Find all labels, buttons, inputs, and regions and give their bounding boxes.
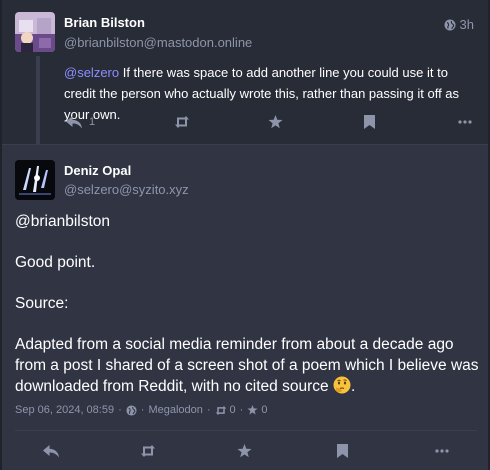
status-paragraph: Good point.	[15, 254, 96, 271]
reply-button[interactable]	[43, 441, 60, 461]
thread-connector-line	[36, 56, 40, 146]
status-date[interactable]: Sep 06, 2024, 08:59	[15, 404, 114, 416]
favourite-button[interactable]	[268, 112, 283, 132]
status-timestamp[interactable]: 3h	[444, 17, 474, 32]
bookmark-button[interactable]	[337, 441, 348, 461]
more-options-button[interactable]	[458, 112, 472, 132]
thinking-face-emoji-icon	[333, 376, 351, 394]
boost-icon	[141, 445, 155, 457]
status-paragraph-end: .	[350, 378, 356, 395]
star-icon	[237, 444, 252, 458]
reply-icon	[66, 115, 82, 128]
status-meta: Sep 06, 2024, 08:59 · · Megalodon · 0 · …	[15, 402, 267, 418]
boost-button[interactable]	[140, 441, 156, 461]
globe-icon	[126, 404, 137, 416]
relative-time: 3h	[459, 17, 474, 32]
boost-button[interactable]	[174, 112, 190, 132]
status-content: @brianbilston Good point. Source: Adapte…	[15, 211, 481, 417]
globe-icon	[444, 19, 456, 30]
display-name[interactable]: Brian Bilston	[64, 15, 145, 30]
account-handle[interactable]: @selzero@syzito.xyz	[64, 182, 189, 197]
application-name[interactable]: Megalodon	[148, 404, 202, 416]
bookmark-icon	[364, 115, 375, 129]
reply-count: 1	[89, 116, 96, 128]
reply-button[interactable]: 1	[66, 112, 95, 132]
boost-icon	[175, 116, 189, 128]
mention-link[interactable]: @selzero	[64, 65, 119, 80]
bookmark-button[interactable]	[364, 112, 375, 132]
separator: ·	[206, 404, 211, 416]
ellipsis-icon	[435, 449, 449, 453]
reply-status[interactable]: Brian Bilston @brianbilston@mastodon.onl…	[2, 0, 488, 146]
separator: ·	[140, 404, 145, 416]
status-paragraph: Source:	[15, 295, 69, 312]
boost-count: 0	[229, 404, 236, 416]
star-icon	[247, 405, 258, 415]
boost-icon	[215, 405, 226, 415]
bookmark-icon	[337, 444, 348, 458]
brian-bilston-avatar-icon	[15, 12, 55, 52]
action-bar-divider	[15, 430, 477, 431]
status-paragraph: @brianbilston	[15, 213, 111, 230]
avatar[interactable]	[15, 160, 55, 200]
favourite-button[interactable]	[237, 441, 252, 461]
star-icon	[268, 115, 283, 129]
reply-all-icon	[43, 444, 59, 457]
separator: ·	[118, 404, 122, 416]
mastodon-thread-view: Brian Bilston @brianbilston@mastodon.onl…	[0, 0, 490, 470]
display-name[interactable]: Deniz Opal	[64, 163, 131, 178]
separator: ·	[239, 404, 244, 416]
favourite-count-link[interactable]: 0	[247, 404, 267, 416]
favourite-count: 0	[261, 404, 268, 416]
status-paragraph-text: Adapted from a social media reminder fro…	[15, 336, 479, 395]
avatar[interactable]	[15, 12, 55, 52]
account-handle[interactable]: @brianbilston@mastodon.online	[64, 35, 252, 50]
detailed-status: Deniz Opal @selzero@syzito.xyz @brianbil…	[2, 145, 488, 470]
more-options-button[interactable]	[435, 441, 449, 461]
ellipsis-icon	[458, 120, 472, 124]
boost-count-link[interactable]: 0	[215, 404, 236, 416]
status-action-bar: 1	[64, 112, 478, 132]
detailed-action-bar	[15, 441, 477, 461]
deniz-opal-avatar-icon	[15, 160, 55, 200]
status-paragraph: Adapted from a social media reminder fro…	[15, 334, 481, 397]
